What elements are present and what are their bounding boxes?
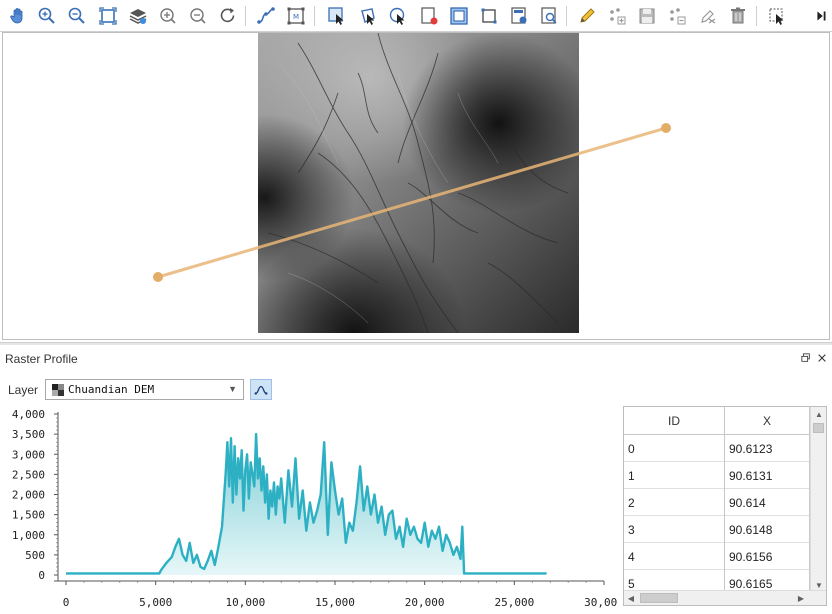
- table-row[interactable]: 0 90.6123: [624, 435, 810, 462]
- profile-chart: 05001,0001,5002,0002,5003,0003,5004,000 …: [12, 408, 618, 609]
- y-tick-label: 2,500: [12, 468, 45, 481]
- y-tick-label: 3,000: [12, 448, 45, 461]
- x-tick-label: 15,000: [315, 596, 355, 609]
- profile-start-point[interactable]: [153, 272, 163, 282]
- x-tick-label: 10,000: [225, 596, 265, 609]
- table-row[interactable]: 1 90.6131: [624, 462, 810, 489]
- svg-text:M: M: [293, 13, 299, 21]
- clear-selection-icon[interactable]: [417, 4, 441, 28]
- scroll-right-icon[interactable]: ▶: [794, 591, 808, 605]
- zoom-in-fixed-icon[interactable]: [156, 4, 180, 28]
- select-feature-icon[interactable]: [325, 4, 349, 28]
- x-axis: 0 5,000 10,000 15,000 20,000 25,000 30,000: [54, 580, 618, 609]
- y-tick-label: 1,500: [12, 509, 45, 522]
- table-row[interactable]: 3 90.6148: [624, 516, 810, 543]
- panel-splitter[interactable]: [0, 342, 832, 345]
- plot-area: [66, 432, 547, 575]
- y-axis: 0 500 1,000 1,500 2,000 2,500 3,000 3,500 4,000: [12, 408, 59, 582]
- overflow-arrow-icon[interactable]: [812, 4, 830, 28]
- new-layer-icon[interactable]: [447, 4, 471, 28]
- rectangle-tool-icon[interactable]: [477, 4, 501, 28]
- refresh-icon[interactable]: [216, 4, 240, 28]
- y-tick-label: 0: [38, 569, 45, 582]
- cell-x: 90.6148: [725, 516, 810, 543]
- main-toolbar: M: [0, 0, 832, 32]
- cell-x: 90.6131: [725, 462, 810, 489]
- save-edits-icon[interactable]: [635, 4, 659, 28]
- cell-x: 90.614: [725, 489, 810, 516]
- add-vertex-icon[interactable]: [605, 4, 629, 28]
- x-tick-label: 25,000: [494, 596, 534, 609]
- map-view[interactable]: [2, 32, 830, 340]
- x-tick-label: 20,000: [405, 596, 445, 609]
- identify-icon[interactable]: [537, 4, 561, 28]
- edit-pencil-icon[interactable]: [575, 4, 599, 28]
- column-header-id[interactable]: ID: [624, 407, 725, 435]
- profile-end-point[interactable]: [661, 123, 671, 133]
- cell-x: 90.6156: [725, 543, 810, 570]
- scroll-left-icon[interactable]: ◀: [624, 591, 638, 605]
- delete-vertex-icon[interactable]: [665, 4, 689, 28]
- scroll-up-icon[interactable]: ▲: [811, 407, 826, 421]
- dem-raster-image: [258, 33, 579, 333]
- vertical-scrollbar[interactable]: ▲ ▼: [810, 407, 826, 592]
- horizontal-scrollbar[interactable]: ◀ ▶: [624, 590, 826, 605]
- y-tick-label: 500: [25, 549, 45, 562]
- delete-icon[interactable]: [726, 4, 750, 28]
- layer-dropdown[interactable]: Chuandian DEM ▼: [45, 379, 244, 400]
- undo-edit-icon[interactable]: [696, 4, 720, 28]
- profile-table: ID X 0 90.6123 1 90.6131 2 90.614 3 90.6148 4 90.…: [623, 406, 827, 606]
- full-extent-icon[interactable]: [96, 4, 120, 28]
- layers-icon[interactable]: [126, 4, 150, 28]
- x-tick-label: 5,000: [139, 596, 172, 609]
- vertical-scroll-thumb[interactable]: [813, 423, 824, 433]
- x-tick-label: 0: [63, 596, 70, 609]
- y-tick-label: 3,500: [12, 428, 45, 441]
- y-tick-label: 1,000: [12, 529, 45, 542]
- panel-controls: [800, 352, 828, 364]
- y-tick-label: 4,000: [12, 408, 45, 421]
- panel-title: Raster Profile: [5, 352, 78, 366]
- cell-id: 4: [624, 543, 725, 570]
- layer-label: Layer: [8, 383, 39, 397]
- cell-x: 90.6123: [725, 435, 810, 462]
- profile-curve-icon: [254, 385, 268, 395]
- chevron-down-icon: ▼: [228, 384, 237, 394]
- restore-icon[interactable]: [800, 352, 812, 364]
- zoom-out-fixed-icon[interactable]: [186, 4, 210, 28]
- cell-id: 0: [624, 435, 725, 462]
- layer-dropdown-value: Chuandian DEM: [68, 383, 155, 396]
- pan-hand-icon[interactable]: [6, 4, 30, 28]
- select-by-polygon-icon[interactable]: [356, 4, 380, 28]
- horizontal-scroll-thumb[interactable]: [640, 593, 678, 603]
- column-header-x[interactable]: X: [725, 407, 810, 435]
- table-row[interactable]: 2 90.614: [624, 489, 810, 516]
- draw-profile-button[interactable]: [250, 379, 272, 400]
- close-icon[interactable]: [816, 352, 828, 364]
- cell-id: 3: [624, 516, 725, 543]
- x-tick-label: 30,000: [584, 596, 618, 609]
- layer-attributes-icon[interactable]: [507, 4, 531, 28]
- series-area: [66, 434, 547, 575]
- zoom-in-icon[interactable]: [35, 4, 59, 28]
- select-frame-icon[interactable]: M: [284, 4, 308, 28]
- table-header: ID X: [624, 407, 810, 435]
- zoom-out-icon[interactable]: [65, 4, 89, 28]
- y-tick-label: 2,000: [12, 489, 45, 502]
- pointer-select-icon[interactable]: [765, 4, 789, 28]
- cell-id: 1: [624, 462, 725, 489]
- select-by-circle-icon[interactable]: [386, 4, 410, 28]
- cell-id: 2: [624, 489, 725, 516]
- measure-line-icon[interactable]: [254, 4, 278, 28]
- raster-layer-icon: [52, 383, 64, 396]
- table-row[interactable]: 4 90.6156: [624, 543, 810, 570]
